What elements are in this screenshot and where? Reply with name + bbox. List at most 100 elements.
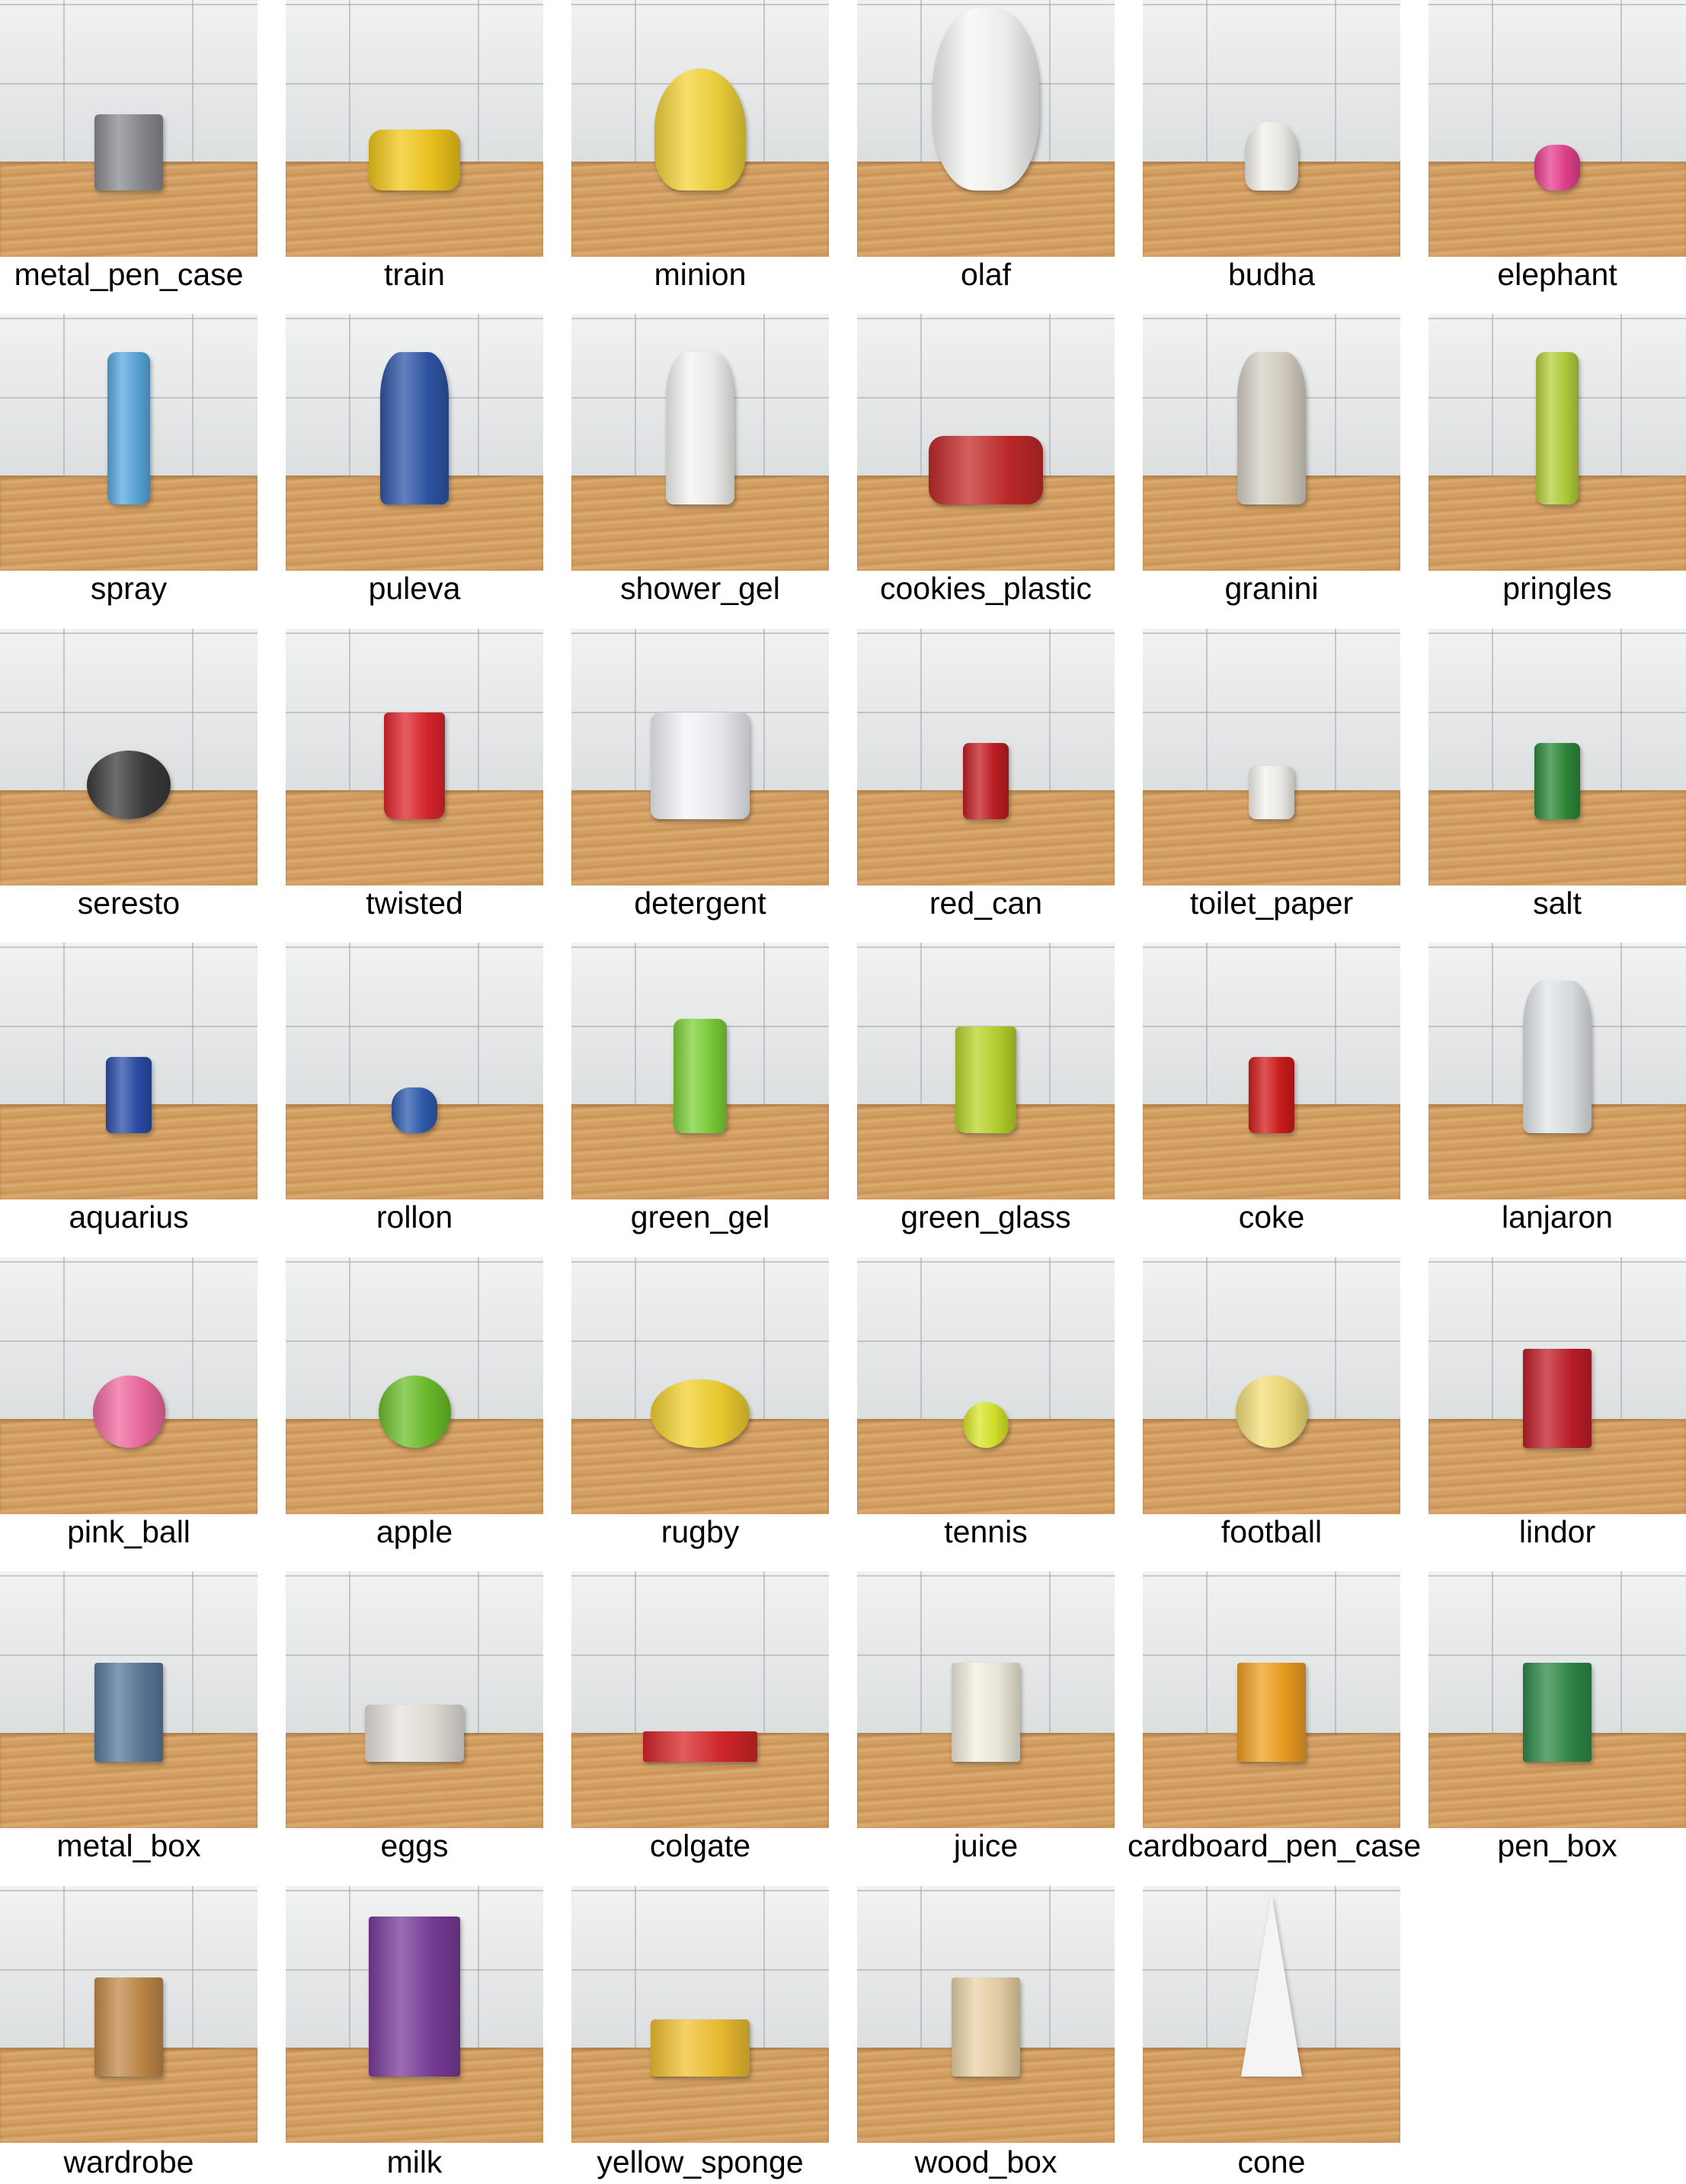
object-granini xyxy=(1237,352,1306,504)
object-photo xyxy=(0,1257,258,1514)
grid-cell-cookies-plastic: cookies_plastic xyxy=(857,314,1115,609)
grid-cell-pringles: pringles xyxy=(1428,314,1686,609)
object-photo xyxy=(1143,629,1400,885)
object-photo xyxy=(1428,1571,1686,1828)
grid-cell-metal-pen-case: metal_pen_case xyxy=(0,0,258,295)
object-red-can xyxy=(963,743,1009,819)
object-photo xyxy=(571,1886,829,2143)
object-apple xyxy=(379,1375,451,1448)
object-label: detergent xyxy=(634,885,766,921)
object-photo xyxy=(0,943,258,1199)
object-metal-box xyxy=(94,1663,163,1762)
grid-cell-train: train xyxy=(286,0,543,295)
object-label: cone xyxy=(1237,2144,1306,2179)
object-photo xyxy=(571,629,829,885)
object-minion xyxy=(654,69,746,191)
grid-cell-cone: cone xyxy=(1143,1886,1400,2184)
object-label: football xyxy=(1221,1514,1323,1549)
grid-cell-toilet-paper: toilet_paper xyxy=(1143,629,1400,924)
grid-cell-minion: minion xyxy=(571,0,829,295)
object-photo xyxy=(571,0,829,257)
object-label: wood_box xyxy=(914,2144,1057,2179)
grid-cell-juice: juice xyxy=(857,1571,1115,1866)
tiled-wall xyxy=(571,1571,829,1734)
object-label: olaf xyxy=(960,257,1012,292)
object-aquarius xyxy=(106,1057,152,1133)
object-milk xyxy=(369,1917,460,2077)
object-photo xyxy=(857,1257,1115,1514)
object-football xyxy=(1236,1375,1308,1448)
grid-cell-lindor: lindor xyxy=(1428,1257,1686,1552)
object-photo xyxy=(1428,629,1686,885)
object-label: shower_gel xyxy=(620,571,780,606)
object-detergent xyxy=(651,713,750,819)
grid-cell-aquarius: aquarius xyxy=(0,943,258,1238)
tiled-wall xyxy=(857,1257,1115,1420)
object-photo xyxy=(1143,1257,1400,1514)
object-label: rugby xyxy=(661,1514,740,1549)
object-label: green_gel xyxy=(630,1199,770,1235)
object-label: green_glass xyxy=(901,1199,1071,1235)
object-label: eggs xyxy=(380,1828,449,1863)
object-label: metal_box xyxy=(56,1828,201,1863)
object-cardboard-pen-case xyxy=(1237,1663,1306,1762)
object-photo xyxy=(857,314,1115,571)
object-photo xyxy=(1428,1257,1686,1514)
object-label: coke xyxy=(1238,1199,1305,1235)
grid-cell-salt: salt xyxy=(1428,629,1686,924)
object-label: colgate xyxy=(649,1828,751,1863)
tiled-wall xyxy=(1428,0,1686,162)
grid-cell-colgate: colgate xyxy=(571,1571,829,1866)
grid-cell-shower-gel: shower_gel xyxy=(571,314,829,609)
object-label: lanjaron xyxy=(1502,1199,1613,1235)
grid-cell-green-glass: green_glass xyxy=(857,943,1115,1238)
object-photo xyxy=(286,1886,543,2143)
object-photo xyxy=(286,314,543,571)
object-label: juice xyxy=(953,1828,1019,1863)
object-label: cookies_plastic xyxy=(879,571,1093,606)
object-photo xyxy=(0,1886,258,2143)
object-photo xyxy=(286,629,543,885)
object-photo xyxy=(286,0,543,257)
object-photo xyxy=(0,314,258,571)
grid-cell-elephant: elephant xyxy=(1428,0,1686,295)
object-label: train xyxy=(384,257,445,292)
object-label: pen_box xyxy=(1497,1828,1617,1863)
grid-cell-eggs: eggs xyxy=(286,1571,543,1866)
grid-cell-wardrobe: wardrobe xyxy=(0,1886,258,2184)
object-rugby xyxy=(651,1379,750,1448)
grid-cell-cardboard-pen-case: cardboard_pen_case xyxy=(1128,1571,1421,1866)
grid-cell-red-can: red_can xyxy=(857,629,1115,924)
object-label: metal_pen_case xyxy=(14,257,244,292)
object-label: toilet_paper xyxy=(1189,885,1354,921)
object-label: twisted xyxy=(366,885,463,921)
object-train xyxy=(369,130,460,191)
object-photo xyxy=(286,1257,543,1514)
grid-cell-pink-ball: pink_ball xyxy=(0,1257,258,1552)
object-label: spray xyxy=(90,571,168,606)
grid-cell-milk: milk xyxy=(286,1886,543,2184)
grid-cell-lanjaron: lanjaron xyxy=(1428,943,1686,1238)
grid-cell-seresto: seresto xyxy=(0,629,258,924)
object-photo xyxy=(1143,1571,1400,1828)
grid-cell-spray: spray xyxy=(0,314,258,609)
object-label: cardboard_pen_case xyxy=(1128,1828,1422,1863)
object-photo xyxy=(1143,1886,1400,2143)
object-label: puleva xyxy=(368,571,461,606)
object-eggs xyxy=(365,1705,464,1762)
grid-cell-pen-box: pen_box xyxy=(1428,1571,1686,1866)
object-label: wardrobe xyxy=(63,2144,194,2179)
object-twisted xyxy=(384,713,445,819)
object-wood-box xyxy=(952,1977,1020,2077)
object-label: pringles xyxy=(1502,571,1612,606)
grid-cell-budha: budha xyxy=(1143,0,1400,295)
object-colgate xyxy=(643,1731,757,1762)
grid-cell-tennis: tennis xyxy=(857,1257,1115,1552)
object-toilet-paper xyxy=(1249,766,1294,819)
object-elephant xyxy=(1534,145,1580,191)
object-lanjaron xyxy=(1523,981,1592,1133)
object-yellow-sponge xyxy=(651,2019,750,2077)
object-label: elephant xyxy=(1497,257,1617,292)
grid-cell-football: football xyxy=(1143,1257,1400,1552)
grid-cell-granini: granini xyxy=(1143,314,1400,609)
